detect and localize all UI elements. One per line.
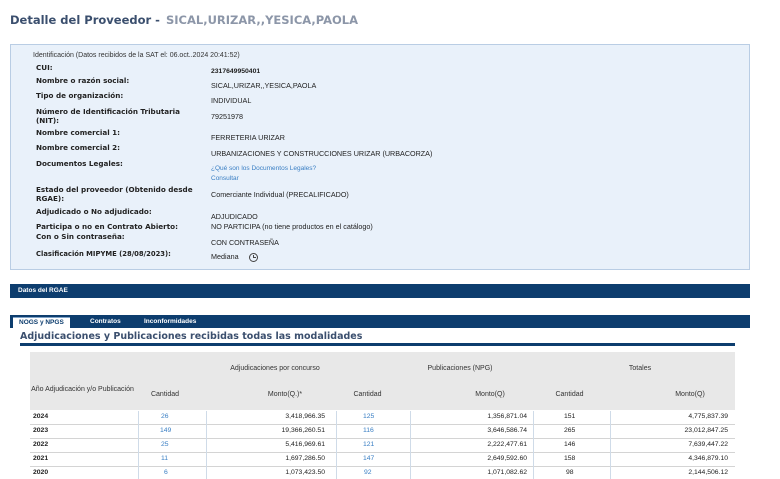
column-header-cantidad-tot: Cantidad bbox=[555, 391, 584, 398]
tot-cantidad-cell: 265 bbox=[564, 427, 576, 434]
pub-cantidad-link[interactable]: 92 bbox=[364, 469, 372, 476]
identification-panel: Identificación (Datos recibidos de la SA… bbox=[10, 44, 750, 270]
page-title: Detalle del Proveedor - SICAL,URIZAR,,YE… bbox=[10, 13, 358, 27]
table-row: 2021 11 1,697,286.50 147 2,649,592.60 15… bbox=[30, 453, 735, 467]
adj-cantidad-link[interactable]: 26 bbox=[161, 413, 169, 420]
tab-nogs-npgs[interactable]: NOGS y NPGS bbox=[13, 317, 70, 328]
tab-inconformidades[interactable]: Inconformidades bbox=[144, 318, 196, 325]
razon-social-label: Nombre o razón social: bbox=[36, 76, 130, 85]
group-header-totales: Totales bbox=[628, 365, 652, 372]
year-cell: 2024 bbox=[33, 413, 49, 420]
clock-icon[interactable] bbox=[248, 252, 258, 262]
year-cell: 2021 bbox=[33, 455, 49, 462]
adj-monto-cell: 1,073,423.50 bbox=[285, 469, 325, 476]
pub-monto-cell: 1,071,082.62 bbox=[487, 469, 527, 476]
razon-social-value: SICAL,URIZAR,,YESICA,PAOLA bbox=[211, 81, 317, 90]
pub-cantidad-link[interactable]: 116 bbox=[363, 427, 374, 434]
nombre-comercial-1-value: FERRETERIA URIZAR bbox=[211, 133, 285, 142]
year-cell: 2023 bbox=[33, 427, 49, 434]
adj-monto-cell: 1,697,286.50 bbox=[285, 455, 325, 462]
column-header-cantidad-pub: Cantidad bbox=[353, 391, 382, 398]
tot-monto-cell: 23,012,847.25 bbox=[684, 427, 728, 434]
group-header-publicaciones: Publicaciones (NPG) bbox=[427, 365, 493, 372]
adj-monto-cell: 5,416,969.61 bbox=[285, 441, 325, 448]
column-header-year: Año Adjudicación y/o Publicación bbox=[31, 386, 134, 393]
provider-name: SICAL,URIZAR,,YESICA,PAOLA bbox=[165, 13, 359, 27]
tot-monto-cell: 4,775,837.39 bbox=[688, 413, 728, 420]
estado-proveedor-value: Comerciante Individual (PRECALIFICADO) bbox=[211, 190, 349, 199]
mipyme-value: Mediana bbox=[211, 252, 239, 261]
tabs-bar: NOGS y NPGS Contratos Inconformidades bbox=[10, 315, 750, 328]
pub-cantidad-link[interactable]: 121 bbox=[363, 441, 374, 448]
page-title-text: Detalle del Proveedor - bbox=[10, 13, 160, 27]
section-divider bbox=[20, 343, 735, 346]
table-row: 2020 6 1,073,423.50 92 1,071,082.62 98 2… bbox=[30, 467, 735, 479]
section-title: Adjudicaciones y Publicaciones recibidas… bbox=[20, 331, 363, 342]
tot-cantidad-cell: 146 bbox=[564, 441, 576, 448]
adj-cantidad-link[interactable]: 11 bbox=[161, 455, 168, 462]
cui-value: 2317649950401 bbox=[211, 68, 261, 75]
tipo-org-value: INDIVIDUAL bbox=[211, 96, 252, 105]
rgae-label: Datos del RGAE bbox=[18, 287, 68, 294]
adjudicado-label: Adjudicado o No adjudicado: bbox=[36, 207, 152, 216]
table-row: 2023 149 19,366,260.51 116 3,646,586.74 … bbox=[30, 425, 735, 439]
table-row: 2024 26 3,418,966.35 125 1,356,871.04 15… bbox=[30, 411, 735, 425]
adj-cantidad-link[interactable]: 6 bbox=[164, 469, 168, 476]
contrato-abierto-label: Participa o no en Contrato Abierto: bbox=[36, 222, 178, 231]
pub-cantidad-link[interactable]: 147 bbox=[363, 455, 374, 462]
tab-contratos[interactable]: Contratos bbox=[90, 318, 121, 325]
pub-monto-cell: 3,646,586.74 bbox=[487, 427, 527, 434]
mipyme-label: Clasificación MIPYME (28/08/2023): bbox=[36, 250, 171, 258]
adj-cantidad-link[interactable]: 149 bbox=[160, 427, 171, 434]
tot-monto-cell: 7,639,447.22 bbox=[688, 441, 728, 448]
tipo-org-label: Tipo de organización: bbox=[36, 91, 124, 100]
tot-monto-cell: 2,144,506.12 bbox=[688, 469, 728, 476]
table-header: Adjudicaciones por concurso Publicacione… bbox=[30, 352, 735, 410]
documentos-legales-consultar-link[interactable]: Consultar bbox=[211, 175, 239, 183]
column-header-cantidad-adj: Cantidad bbox=[150, 391, 180, 398]
adj-monto-cell: 3,418,966.35 bbox=[285, 413, 325, 420]
tot-cantidad-cell: 158 bbox=[564, 455, 576, 462]
mipyme-value-wrap: Mediana bbox=[211, 252, 258, 262]
nombre-comercial-2-value: URBANIZACIONES Y CONSTRUCCIONES URIZAR (… bbox=[211, 149, 433, 158]
pub-cantidad-link[interactable]: 125 bbox=[363, 413, 374, 420]
contrasena-label: Con o Sin contraseña: bbox=[36, 232, 125, 241]
column-header-monto-pub: Monto(Q) bbox=[475, 391, 505, 398]
adjudicado-value: ADJUDICADO bbox=[211, 212, 258, 221]
contrato-abierto-value: NO PARTICIPA (no tiene productos en el c… bbox=[211, 222, 373, 231]
nit-label: Número de Identificación Tributaria (NIT… bbox=[36, 107, 180, 125]
nombre-comercial-2-label: Nombre comercial 2: bbox=[36, 143, 121, 152]
table-row: 2022 25 5,416,969.61 121 2,222,477.61 14… bbox=[30, 439, 735, 453]
nombre-comercial-1-label: Nombre comercial 1: bbox=[36, 128, 121, 137]
tot-cantidad-cell: 98 bbox=[566, 469, 574, 476]
cui-label: CUI: bbox=[36, 63, 53, 72]
documentos-legales-info-link[interactable]: ¿Qué son los Documentos Legales? bbox=[211, 165, 316, 173]
contrasena-value: CON CONTRASEÑA bbox=[211, 238, 279, 247]
adj-cantidad-link[interactable]: 25 bbox=[161, 441, 169, 448]
rgae-bar: Datos del RGAE bbox=[10, 284, 750, 298]
pub-monto-cell: 2,222,477.61 bbox=[487, 441, 527, 448]
pub-monto-cell: 2,649,592.60 bbox=[487, 455, 527, 462]
year-cell: 2022 bbox=[33, 441, 49, 448]
pub-monto-cell: 1,356,871.04 bbox=[487, 413, 527, 420]
column-header-monto-adj: Monto(Q.)* bbox=[267, 391, 303, 398]
estado-proveedor-label: Estado del proveedor (Obtenido desde RGA… bbox=[36, 185, 193, 203]
documentos-legales-label: Documentos Legales: bbox=[36, 159, 123, 168]
column-header-monto-tot: Monto(Q) bbox=[675, 391, 705, 398]
adj-monto-cell: 19,366,260.51 bbox=[281, 427, 325, 434]
year-cell: 2020 bbox=[33, 469, 49, 476]
tot-monto-cell: 4,346,879.10 bbox=[688, 455, 728, 462]
nit-value: 79251978 bbox=[211, 112, 243, 121]
tot-cantidad-cell: 151 bbox=[564, 413, 576, 420]
identification-header: Identificación (Datos recibidos de la SA… bbox=[33, 52, 240, 59]
